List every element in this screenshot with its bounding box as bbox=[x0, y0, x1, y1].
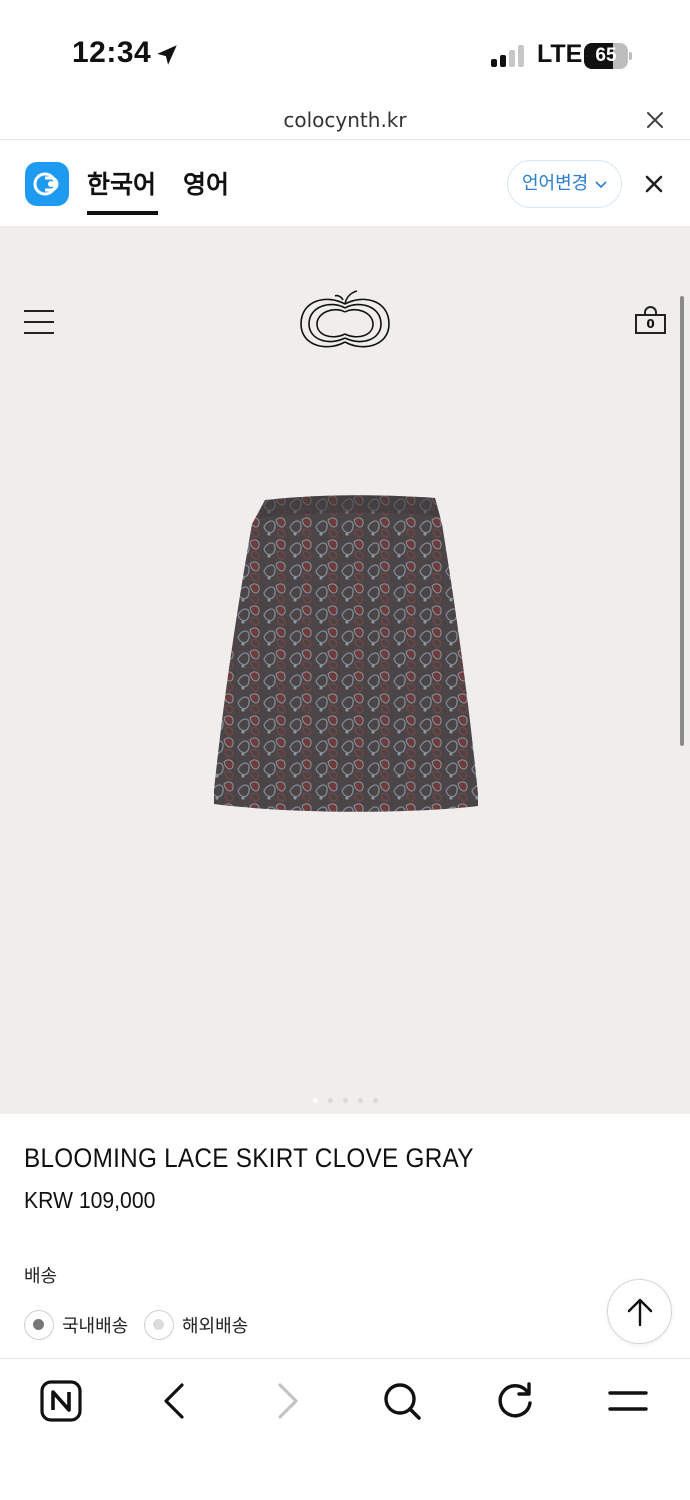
location-arrow-icon bbox=[157, 45, 177, 65]
translate-bar: 한국어 영어 언어변경 bbox=[0, 141, 690, 225]
url-bar[interactable]: colocynth.kr bbox=[0, 100, 690, 140]
arrow-up-icon bbox=[627, 1298, 653, 1327]
product-gallery[interactable]: 0 bbox=[0, 226, 690, 1114]
tab-english[interactable]: 영어 bbox=[183, 165, 229, 201]
network-type: LTE bbox=[537, 40, 583, 68]
active-tab-indicator bbox=[87, 211, 158, 215]
overseas-shipping-radio[interactable] bbox=[144, 1310, 174, 1340]
menu-icon[interactable] bbox=[606, 1379, 650, 1423]
battery-percent: 65 bbox=[595, 45, 617, 66]
back-icon[interactable] bbox=[152, 1379, 196, 1423]
product-price: KRW 109,000 bbox=[24, 1187, 156, 1213]
battery-icon: 65 bbox=[584, 43, 632, 69]
carousel-dot[interactable] bbox=[312, 1098, 318, 1103]
scrollbar[interactable] bbox=[680, 296, 684, 746]
browser-toolbar bbox=[0, 1358, 690, 1500]
colocynth-logo[interactable] bbox=[297, 286, 393, 356]
papago-logo-icon bbox=[25, 162, 69, 206]
search-icon[interactable] bbox=[380, 1379, 424, 1423]
shipping-label: 배송 bbox=[24, 1266, 58, 1287]
carousel-dot[interactable] bbox=[327, 1098, 333, 1103]
cart-icon[interactable]: 0 bbox=[635, 306, 667, 334]
status-time: 12:34 bbox=[72, 36, 152, 69]
scroll-to-top-button[interactable] bbox=[607, 1279, 672, 1344]
carousel-dot[interactable] bbox=[342, 1098, 348, 1103]
url-text[interactable]: colocynth.kr bbox=[0, 108, 690, 132]
hamburger-menu-icon[interactable] bbox=[24, 310, 54, 334]
carousel-dots bbox=[0, 1088, 690, 1103]
close-translate-icon[interactable] bbox=[643, 173, 665, 195]
domestic-shipping-label[interactable]: 국내배송 bbox=[62, 1312, 128, 1338]
carousel-dot[interactable] bbox=[357, 1098, 363, 1103]
close-icon[interactable] bbox=[644, 109, 666, 131]
domestic-shipping-radio[interactable] bbox=[24, 1310, 54, 1340]
product-image-skirt[interactable] bbox=[210, 494, 482, 814]
carousel-dot[interactable] bbox=[372, 1098, 378, 1103]
product-name: BLOOMING LACE SKIRT CLOVE GRAY bbox=[24, 1143, 474, 1173]
chevron-down-icon bbox=[595, 181, 607, 189]
naver-home-icon[interactable] bbox=[39, 1379, 83, 1423]
cellular-signal-icon bbox=[491, 45, 525, 67]
change-language-label: 언어변경 bbox=[522, 173, 589, 194]
tab-korean[interactable]: 한국어 bbox=[87, 165, 156, 201]
overseas-shipping-label[interactable]: 해외배송 bbox=[182, 1312, 248, 1338]
reload-icon[interactable] bbox=[493, 1379, 537, 1423]
cart-count: 0 bbox=[646, 317, 655, 331]
change-language-button[interactable]: 언어변경 bbox=[507, 160, 622, 208]
forward-icon[interactable] bbox=[266, 1379, 310, 1423]
status-bar: 12:34 LTE 65 bbox=[0, 0, 690, 100]
